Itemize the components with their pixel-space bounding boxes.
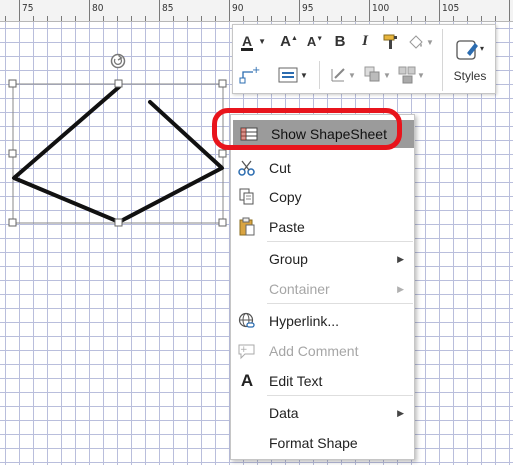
handle-top-middle[interactable] [114,79,123,88]
chevron-down-icon: ▼ [383,70,391,80]
chevron-down-icon: ▼ [426,37,434,47]
menu-item-cut[interactable]: Cut [231,154,414,182]
handle-middle-right[interactable] [218,149,227,158]
menu-item-container[interactable]: Container ▶ [231,275,414,303]
connector-button[interactable]: + [237,63,261,87]
menu-item-label: Paste [269,219,305,235]
chevron-down-icon: ▼ [417,70,425,80]
text-align-button[interactable]: ▼ [275,63,311,87]
position-icon [398,66,416,84]
menu-item-label: Container [269,281,330,297]
submenu-arrow-icon: ▶ [397,407,404,418]
menu-item-label: Data [269,405,299,421]
submenu-arrow-icon: ▶ [397,253,404,264]
handle-top-left[interactable] [8,79,17,88]
shrink-font-icon: A▼ [306,33,324,49]
handle-middle-left[interactable] [8,149,17,158]
handle-bottom-middle[interactable] [114,218,123,227]
comment-icon: + [237,341,257,361]
handle-bottom-left[interactable] [8,218,17,227]
fill-button[interactable]: ▼ [405,31,435,53]
menu-item-copy[interactable]: Copy [231,183,414,211]
italic-button[interactable]: I [355,31,375,51]
font-color-button[interactable]: A ▼ [237,31,271,51]
handle-top-right[interactable] [218,79,227,88]
annotation-highlight-ring [212,108,402,150]
text-align-icon [278,67,298,83]
menu-item-label: Format Shape [269,435,358,451]
svg-text:▾: ▾ [480,44,484,53]
chevron-down-icon: ▼ [300,70,308,80]
fill-bucket-icon [409,35,423,49]
connector-icon: + [239,65,260,84]
italic-label: I [362,32,368,49]
menu-item-paste[interactable]: Paste [231,213,414,241]
line-weight-icon [331,68,345,82]
font-color-icon: A [240,33,253,51]
menu-item-hyperlink[interactable]: Hyperlink... [231,307,414,335]
paste-icon [237,217,257,237]
mini-toolbar: A ▼ A▲ A▼ B I ▼ + ▼ ▼ ▼ ▼ ▾ Styles [232,24,496,94]
styles-button[interactable]: ▾ Styles [447,29,493,91]
styles-label: Styles [453,69,487,83]
menu-item-label: Copy [269,189,302,205]
menu-separator [267,303,413,304]
menu-item-label: Edit Text [269,373,323,389]
menu-item-group[interactable]: Group ▶ [231,245,414,273]
menu-item-format-shape[interactable]: Format Shape [231,429,414,457]
menu-separator [267,395,413,396]
shrink-font-button[interactable]: A▼ [305,31,325,51]
bold-label: B [334,32,346,50]
bold-button[interactable]: B [330,31,350,51]
position-button[interactable]: ▼ [394,63,428,87]
menu-item-add-comment[interactable]: + Add Comment [231,337,414,365]
shape-outline[interactable] [12,85,224,224]
format-painter-icon [383,34,397,49]
menu-item-label: Hyperlink... [269,313,340,329]
submenu-arrow-icon: ▶ [397,283,404,294]
svg-text:+: + [240,345,248,355]
scissors-icon [237,158,257,178]
copy-icon [237,187,257,207]
line-button[interactable]: ▼ [326,63,358,87]
menu-item-label: Group [269,251,308,267]
chevron-down-icon: ▼ [348,70,356,80]
grow-font-icon: A▲ [280,32,298,50]
edit-text-icon: A [240,371,254,390]
grow-font-button[interactable]: A▲ [279,31,299,51]
hyperlink-icon [237,311,257,331]
menu-item-edit-text[interactable]: A Edit Text [231,367,414,395]
rotate-handle-icon[interactable] [110,53,126,69]
svg-text:+: + [252,65,260,76]
menu-item-label: Cut [269,160,291,176]
handle-bottom-right[interactable] [218,218,227,227]
menu-separator [267,241,413,242]
styles-icon: ▾ [456,40,484,60]
bring-forward-icon [364,66,380,82]
format-painter-button[interactable] [380,31,402,53]
menu-item-data[interactable]: Data ▶ [231,399,414,427]
toolbar-separator [319,61,320,89]
menu-item-label: Add Comment [269,343,359,359]
toolbar-separator [442,29,443,91]
arrange-button[interactable]: ▼ [360,63,394,87]
chevron-down-icon: ▼ [258,36,267,46]
context-menu: Show ShapeSheet Cut Copy Paste Group ▶ C… [230,114,415,460]
